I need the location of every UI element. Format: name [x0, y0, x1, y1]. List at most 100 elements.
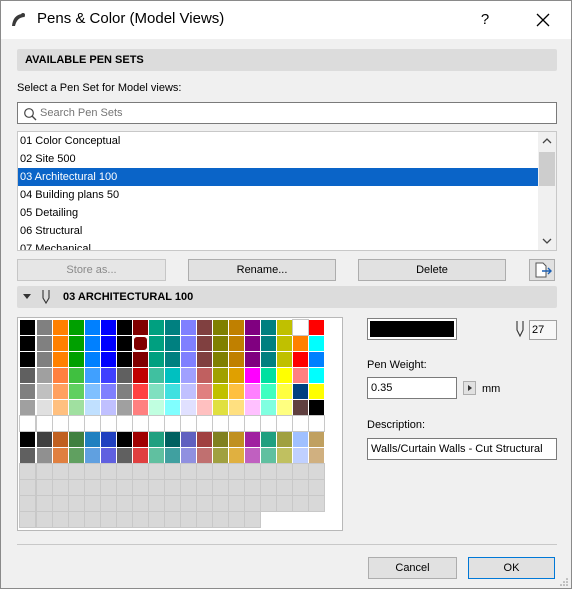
- pen-color-cell[interactable]: [53, 336, 68, 351]
- pen-color-cell[interactable]: [68, 415, 85, 432]
- pen-color-cell[interactable]: [20, 432, 35, 447]
- pen-color-cell[interactable]: [213, 320, 228, 335]
- pen-color-cell[interactable]: [68, 511, 85, 528]
- pen-color-cell[interactable]: [228, 495, 245, 512]
- list-item-selected[interactable]: 03 Architectural 100: [18, 168, 538, 186]
- pen-color-cell[interactable]: [309, 432, 324, 447]
- pen-color-cell[interactable]: [244, 463, 261, 480]
- scroll-down-icon[interactable]: [538, 232, 556, 250]
- list-item[interactable]: 07 Mechanical: [18, 240, 538, 250]
- pen-color-cell[interactable]: [53, 320, 68, 335]
- pen-color-cell[interactable]: [245, 432, 260, 447]
- pen-color-cell[interactable]: [53, 448, 68, 463]
- pen-color-cell[interactable]: [213, 432, 228, 447]
- pen-color-cell[interactable]: [133, 448, 148, 463]
- pen-color-cell[interactable]: [20, 336, 35, 351]
- pen-color-cell[interactable]: [213, 352, 228, 367]
- pen-color-cell[interactable]: [181, 384, 196, 399]
- pen-color-cell[interactable]: [213, 448, 228, 463]
- pen-color-cell[interactable]: [197, 448, 212, 463]
- pen-color-cell[interactable]: [197, 352, 212, 367]
- pen-color-cell[interactable]: [228, 479, 245, 496]
- pen-color-cell[interactable]: [164, 415, 181, 432]
- pen-color-cell[interactable]: [293, 432, 308, 447]
- pen-color-cell[interactable]: [101, 400, 116, 415]
- pen-color-cell[interactable]: [85, 320, 100, 335]
- store-as-button[interactable]: Store as...: [17, 259, 166, 281]
- pen-color-cell[interactable]: [165, 336, 180, 351]
- pen-color-cell[interactable]: [37, 400, 52, 415]
- pen-color-cell[interactable]: [260, 415, 277, 432]
- pen-color-cell[interactable]: [165, 320, 180, 335]
- pen-color-cell[interactable]: [261, 368, 276, 383]
- pen-color-cell[interactable]: [36, 511, 53, 528]
- pen-color-cell[interactable]: [36, 463, 53, 480]
- pen-color-cell[interactable]: [245, 368, 260, 383]
- pen-color-cell[interactable]: [181, 448, 196, 463]
- pen-color-cell[interactable]: [117, 432, 132, 447]
- pen-color-cell[interactable]: [261, 384, 276, 399]
- pen-color-cell[interactable]: [100, 463, 117, 480]
- pen-color-cell[interactable]: [276, 463, 293, 480]
- pen-color-cell[interactable]: [37, 448, 52, 463]
- pen-color-cell[interactable]: [244, 415, 261, 432]
- description-input[interactable]: Walls/Curtain Walls - Cut Structural: [367, 438, 557, 460]
- pen-color-cell[interactable]: [37, 368, 52, 383]
- pen-color-cell[interactable]: [68, 495, 85, 512]
- pen-color-cell[interactable]: [229, 352, 244, 367]
- pen-color-cell[interactable]: [116, 511, 133, 528]
- pen-color-cell[interactable]: [133, 368, 148, 383]
- pen-color-cell[interactable]: [180, 495, 197, 512]
- pen-color-cell[interactable]: [20, 352, 35, 367]
- pen-color-cell[interactable]: [20, 368, 35, 383]
- pen-color-cell[interactable]: [85, 432, 100, 447]
- pen-color-cell[interactable]: [133, 384, 148, 399]
- pen-color-cell[interactable]: [229, 368, 244, 383]
- pen-color-cell[interactable]: [116, 479, 133, 496]
- pen-color-cell[interactable]: [20, 320, 35, 335]
- pen-color-cell[interactable]: [85, 336, 100, 351]
- pen-color-cell[interactable]: [53, 352, 68, 367]
- pen-color-cell[interactable]: [245, 384, 260, 399]
- pen-color-cell[interactable]: [309, 352, 324, 367]
- pen-color-cell[interactable]: [100, 495, 117, 512]
- pen-color-cell[interactable]: [213, 368, 228, 383]
- pen-color-cell[interactable]: [133, 432, 148, 447]
- pen-color-cell[interactable]: [149, 400, 164, 415]
- pen-number-field[interactable]: 27: [529, 320, 557, 340]
- pen-color-cell[interactable]: [293, 368, 308, 383]
- pen-color-cell[interactable]: [117, 368, 132, 383]
- pen-color-cell[interactable]: [19, 479, 36, 496]
- pen-color-cell[interactable]: [101, 432, 116, 447]
- pen-color-cell[interactable]: [260, 463, 277, 480]
- pen-color-cell[interactable]: [277, 320, 292, 335]
- pen-color-cell[interactable]: [133, 320, 148, 335]
- pen-color-cell[interactable]: [132, 495, 149, 512]
- pen-color-cell[interactable]: [308, 463, 325, 480]
- pen-color-cell[interactable]: [260, 495, 277, 512]
- pen-color-cell[interactable]: [165, 368, 180, 383]
- search-pen-sets-input[interactable]: [40, 104, 550, 122]
- pen-color-cell[interactable]: [244, 511, 261, 528]
- pen-color-cell[interactable]: [132, 335, 149, 352]
- pen-color-cell[interactable]: [101, 336, 116, 351]
- pen-color-cell[interactable]: [37, 432, 52, 447]
- pen-color-cell[interactable]: [228, 463, 245, 480]
- pen-color-cell[interactable]: [180, 479, 197, 496]
- pen-color-cell[interactable]: [69, 432, 84, 447]
- pen-color-cell[interactable]: [85, 368, 100, 383]
- pen-color-cell[interactable]: [37, 352, 52, 367]
- pen-color-cell[interactable]: [101, 368, 116, 383]
- pen-color-cell[interactable]: [261, 320, 276, 335]
- pen-color-cell[interactable]: [197, 432, 212, 447]
- pen-color-cell[interactable]: [20, 448, 35, 463]
- pen-color-cell[interactable]: [148, 479, 165, 496]
- pen-color-cell[interactable]: [165, 432, 180, 447]
- pen-color-cell[interactable]: [277, 336, 292, 351]
- selected-pen-swatch[interactable]: [367, 318, 457, 340]
- pen-color-cell[interactable]: [277, 400, 292, 415]
- pen-color-cell[interactable]: [36, 495, 53, 512]
- pen-color-cell[interactable]: [181, 352, 196, 367]
- list-item[interactable]: 05 Detailing: [18, 204, 538, 222]
- pen-color-cell[interactable]: [212, 415, 229, 432]
